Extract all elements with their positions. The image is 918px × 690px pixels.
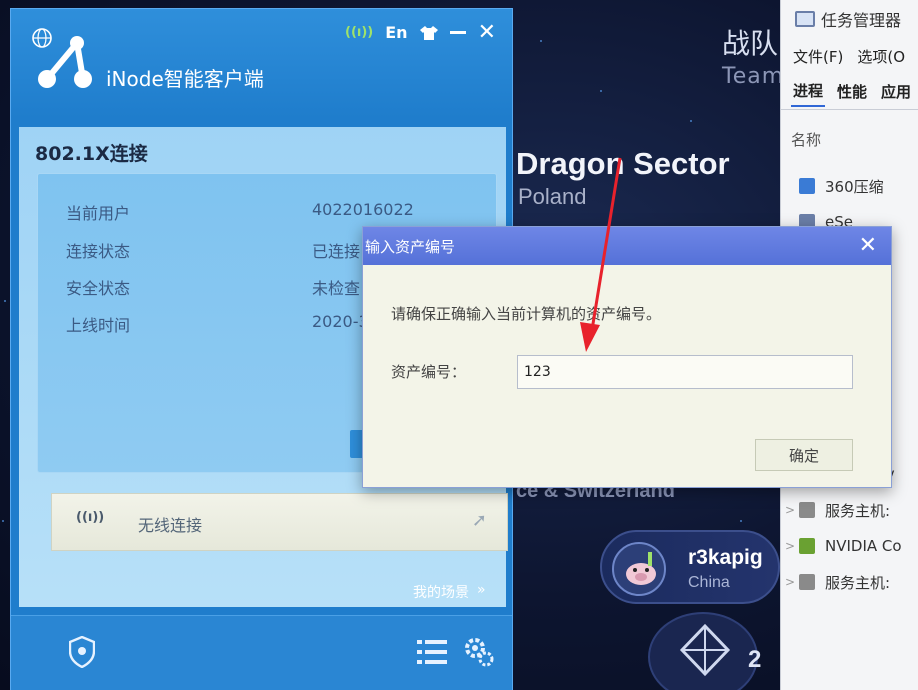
inode-header: iNode智能客户端 ((ı)) En ✕: [11, 9, 512, 119]
my-scenes-link[interactable]: 我的场景 »: [413, 582, 486, 602]
info-value: 4022016022: [312, 200, 414, 219]
dialog-message: 请确保正确输入当前计算机的资产编号。: [391, 305, 662, 323]
star-decoration: [740, 520, 742, 522]
dialog-title: 输入资产编号: [365, 238, 456, 256]
tab-processes[interactable]: 进程: [791, 76, 826, 107]
language-button[interactable]: En: [385, 23, 407, 42]
process-row[interactable]: 360压缩: [781, 168, 918, 204]
inode-logo-icon: [38, 36, 92, 88]
star-decoration: [540, 40, 542, 42]
list-icon[interactable]: [417, 638, 447, 666]
ok-button[interactable]: 确定: [755, 439, 853, 471]
pig-logo-icon: [612, 542, 666, 596]
expand-arrow-icon: ➚: [471, 510, 487, 531]
wifi-icon: ((ı)): [76, 510, 105, 525]
shield-icon[interactable]: [69, 636, 95, 668]
star-decoration: [2, 520, 4, 522]
chevron-right-icon[interactable]: >: [781, 503, 799, 517]
process-icon: [799, 574, 815, 590]
team-country: Poland: [518, 184, 587, 209]
task-manager-icon: [795, 11, 815, 27]
task-manager-title: 任务管理器: [821, 11, 902, 30]
process-row[interactable]: > 服务主机:: [781, 492, 918, 528]
star-decoration: [4, 300, 6, 302]
process-name: 服务主机:: [825, 501, 891, 520]
shirt-icon[interactable]: [419, 25, 438, 40]
task-manager-tabs: 进程 性能 应用: [781, 74, 918, 110]
info-label: 上线时间: [66, 316, 131, 335]
signal-icon: ((ı)): [345, 25, 374, 40]
task-manager-menu: 文件(F) 选项(O: [781, 38, 918, 74]
connection-section-title: 802.1X连接: [35, 143, 148, 165]
window-controls: ((ı)) En ✕: [345, 21, 496, 43]
info-label: 连接状态: [66, 242, 131, 261]
process-icon: [799, 178, 815, 194]
star-decoration: [690, 120, 692, 122]
asset-number-input[interactable]: [517, 355, 853, 389]
my-scenes-label: 我的场景: [413, 585, 469, 601]
info-label: 当前用户: [66, 204, 131, 223]
task-manager-titlebar: 任务管理器: [781, 0, 918, 38]
inode-footer: [11, 615, 512, 690]
tab-app-history[interactable]: 应用: [879, 77, 913, 106]
minimize-button[interactable]: [449, 31, 466, 34]
wireless-connection-bar[interactable]: ((ı)) 无线连接 ➚: [51, 493, 508, 551]
team-card-r3kapig: r3kapig China: [600, 530, 780, 604]
process-icon: [799, 502, 815, 518]
info-value: 已连接: [312, 242, 361, 261]
gear-icon[interactable]: [463, 636, 495, 668]
process-icon: [799, 538, 815, 554]
tab-performance[interactable]: 性能: [835, 77, 869, 106]
team-subheading: Team: [722, 64, 785, 89]
chevron-right-icon[interactable]: >: [781, 575, 799, 589]
process-name: 360压缩: [825, 177, 884, 196]
process-row[interactable]: > NVIDIA Co: [781, 528, 918, 564]
process-row[interactable]: > 服务主机:: [781, 564, 918, 600]
team-card-country: China: [688, 574, 730, 591]
dialog-titlebar: 输入资产编号 ✕: [363, 227, 891, 265]
inode-title: iNode智能客户端: [106, 67, 264, 91]
dialog-close-button[interactable]: ✕: [859, 233, 877, 258]
column-header-name[interactable]: 名称: [781, 110, 918, 168]
info-value: 2020-3: [312, 312, 369, 331]
info-value: 未检查: [312, 279, 361, 298]
menu-file[interactable]: 文件(F): [793, 46, 843, 67]
chevron-right-icon[interactable]: >: [781, 539, 799, 553]
menu-options[interactable]: 选项(O: [857, 46, 905, 67]
process-name: NVIDIA Co: [825, 537, 902, 555]
team-name: Dragon Sector: [516, 146, 730, 181]
close-button[interactable]: ✕: [478, 21, 496, 43]
team-heading: 战队: [722, 27, 779, 60]
rank-badge-icon: [648, 612, 758, 690]
star-decoration: [600, 90, 602, 92]
team-card-name: r3kapig: [688, 546, 763, 569]
double-chevron-icon: »: [477, 582, 486, 598]
process-name: 服务主机:: [825, 573, 891, 592]
info-label: 安全状态: [66, 279, 131, 298]
asset-number-label: 资产编号：: [391, 363, 467, 381]
wireless-connection-label: 无线连接: [138, 516, 203, 535]
asset-number-dialog: 输入资产编号 ✕ 请确保正确输入当前计算机的资产编号。 资产编号： 确定: [362, 226, 892, 488]
rank-number: 2: [748, 646, 762, 673]
